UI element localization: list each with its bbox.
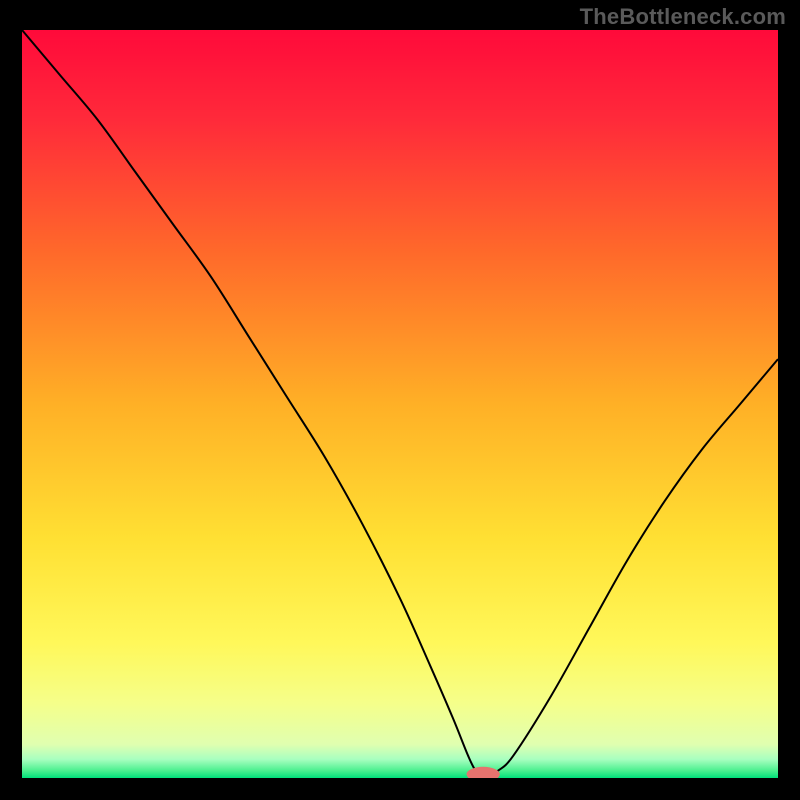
- chart-plot-area: [22, 30, 778, 778]
- chart-svg: [22, 30, 778, 778]
- chart-frame: TheBottleneck.com: [0, 0, 800, 800]
- watermark-text: TheBottleneck.com: [580, 4, 786, 30]
- chart-background-gradient: [22, 30, 778, 778]
